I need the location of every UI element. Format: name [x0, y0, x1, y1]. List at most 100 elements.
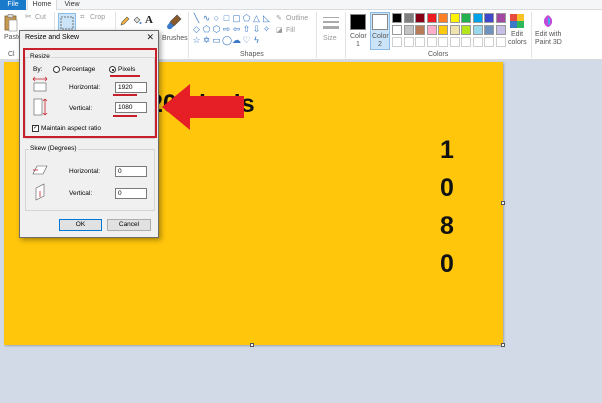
polygon-shape-icon[interactable]: ⬠ [242, 14, 251, 23]
paste-button[interactable]: Paste [2, 12, 22, 48]
palette-swatch[interactable] [426, 25, 437, 35]
pentagon-shape-icon[interactable]: ⬠ [202, 25, 211, 34]
heart-shape-icon[interactable]: ♡ [242, 36, 251, 45]
ribbon-separator [188, 12, 189, 58]
ribbon-separator [316, 12, 317, 58]
palette-swatch[interactable] [392, 37, 402, 47]
pixels-underline [110, 75, 140, 77]
palette-swatch[interactable] [438, 25, 448, 35]
line-shape-icon[interactable]: ╲ [192, 14, 201, 23]
curve-shape-icon[interactable]: ∿ [202, 14, 211, 23]
edit-colors-button[interactable]: Edit colors [505, 12, 529, 50]
right-triangle-shape-icon[interactable]: ◺ [262, 14, 271, 23]
edit-with-paint3d-button[interactable]: Edit with Paint 3D [533, 12, 563, 50]
palette-swatch[interactable] [415, 25, 425, 35]
palette-swatch[interactable] [438, 37, 448, 47]
crop-label: Crop [90, 14, 106, 21]
hexagon-shape-icon[interactable]: ⬡ [212, 25, 221, 34]
palette-swatch[interactable] [484, 13, 494, 23]
palette-swatch[interactable] [426, 37, 437, 47]
pencil-icon [120, 16, 130, 26]
color1-button[interactable]: Color 1 [348, 12, 368, 50]
outline-dropdown[interactable]: ✎ Outline [276, 14, 316, 24]
crop-button[interactable]: ⌗ Crop [80, 12, 110, 23]
rectangle-shape-icon[interactable]: □ [222, 14, 231, 23]
color1-label-line2: 1 [356, 41, 360, 48]
paint3d-icon [543, 15, 553, 27]
four-point-star-shape-icon[interactable]: ✧ [262, 25, 271, 34]
fill-dropdown[interactable]: ◪ Fill [276, 26, 316, 36]
color1-label-line1: Color [350, 33, 367, 40]
pencil-tool[interactable] [120, 16, 130, 26]
palette-swatch[interactable] [415, 37, 425, 47]
select-icon [60, 16, 74, 30]
left-arrow-shape-icon[interactable]: ⇦ [232, 25, 241, 34]
palette-swatch[interactable] [472, 37, 483, 47]
palette-swatch[interactable] [426, 13, 437, 23]
cut-label: Cut [35, 14, 46, 21]
palette-swatch[interactable] [403, 13, 414, 23]
palette-swatch[interactable] [392, 25, 402, 35]
shapes-gallery[interactable]: ╲ ∿ ○ □ ▢ ⬠ △ ◺ ◇ ⬠ ⬡ ⇨ ⇦ ⇧ ⇩ ✧ ☆ ✡ ▭ ◯ … [192, 14, 270, 50]
horizontal-value-underline [113, 94, 137, 96]
palette-swatch[interactable] [415, 13, 425, 23]
callout-rect-shape-icon[interactable]: ▭ [212, 36, 221, 45]
text-tool[interactable]: A [145, 14, 155, 26]
ribbon-separator [531, 12, 532, 58]
dialog-title: Resize and Skew [25, 34, 80, 41]
right-arrow-shape-icon[interactable]: ⇨ [222, 25, 231, 34]
diamond-shape-icon[interactable]: ◇ [192, 25, 201, 34]
color1-swatch [350, 14, 366, 30]
brushes-button[interactable]: Brushes [162, 12, 188, 46]
close-icon[interactable]: ✕ [146, 32, 154, 43]
palette-swatch[interactable] [495, 25, 506, 35]
lightning-shape-icon[interactable]: ϟ [252, 36, 261, 45]
cut-button[interactable]: ✂ Cut [24, 12, 52, 23]
resize-handle-right[interactable] [501, 201, 505, 205]
skew-horizontal-input[interactable] [115, 166, 147, 177]
canvas-digit-2: 0 [440, 174, 454, 202]
callout-oval-shape-icon[interactable]: ◯ [222, 36, 232, 45]
red-arrow-annotation [162, 84, 244, 130]
size-button[interactable]: Size [320, 14, 342, 48]
color2-label-line2: 2 [378, 41, 382, 48]
down-arrow-shape-icon[interactable]: ⇩ [252, 25, 261, 34]
skew-horizontal-label: Horizontal: [69, 168, 101, 175]
palette-swatch[interactable] [472, 13, 483, 23]
palette-swatch[interactable] [392, 13, 402, 23]
skew-vertical-label: Vertical: [69, 190, 93, 197]
fill-tool[interactable] [132, 16, 142, 26]
oval-shape-icon[interactable]: ○ [212, 14, 221, 23]
palette-swatch[interactable] [484, 25, 494, 35]
cancel-button[interactable]: Cancel [107, 219, 151, 231]
palette-swatch[interactable] [449, 13, 460, 23]
palette-swatch[interactable] [449, 25, 460, 35]
palette-swatch[interactable] [461, 13, 471, 23]
palette-swatch[interactable] [403, 25, 414, 35]
palette-swatch[interactable] [438, 13, 448, 23]
palette-swatch[interactable] [449, 37, 460, 47]
palette-swatch[interactable] [461, 25, 471, 35]
five-point-star-shape-icon[interactable]: ☆ [192, 36, 201, 45]
six-point-star-shape-icon[interactable]: ✡ [202, 36, 211, 45]
palette-swatch[interactable] [484, 37, 494, 47]
skew-vertical-input[interactable] [115, 188, 147, 199]
rounded-rectangle-shape-icon[interactable]: ▢ [232, 14, 241, 23]
text-icon: A [145, 14, 153, 26]
menu-file[interactable]: File [0, 0, 26, 10]
palette-swatch[interactable] [472, 25, 483, 35]
up-arrow-shape-icon[interactable]: ⇧ [242, 25, 251, 34]
triangle-shape-icon[interactable]: △ [252, 14, 261, 23]
resize-handle-bottom[interactable] [250, 343, 254, 347]
palette-swatch[interactable] [461, 37, 471, 47]
skew-legend: Skew (Degrees) [29, 145, 78, 152]
callout-cloud-shape-icon[interactable]: ☁ [232, 36, 241, 45]
menu-view[interactable]: View [58, 0, 86, 10]
palette-swatch[interactable] [495, 37, 506, 47]
color2-button[interactable]: Color 2 [370, 12, 390, 50]
palette-swatch[interactable] [495, 13, 506, 23]
color2-label-line1: Color [372, 33, 389, 40]
resize-handle-corner[interactable] [501, 343, 505, 347]
ok-button[interactable]: OK [59, 219, 102, 231]
palette-swatch[interactable] [403, 37, 414, 47]
